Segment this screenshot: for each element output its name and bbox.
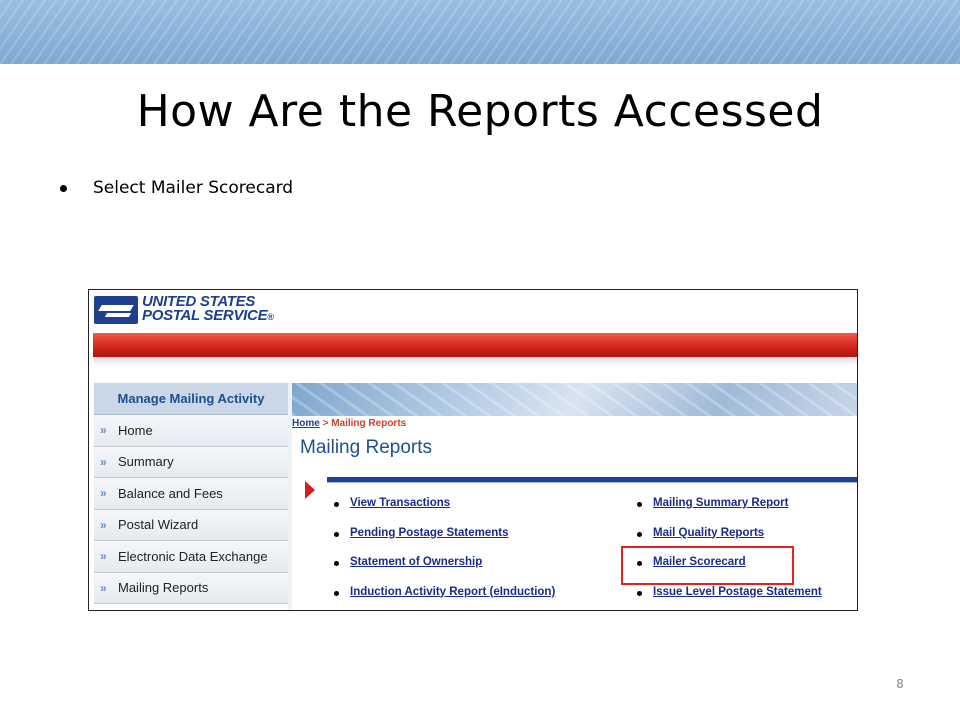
sidebar-nav: Manage Mailing Activity » Home » Summary… [94,383,288,604]
breadcrumb-separator: > [319,418,332,429]
bullet-item: Select Mailer Scorecard [60,178,293,198]
bullet-icon [334,590,339,596]
bullet-icon [637,590,642,596]
usps-logo[interactable]: UNITED STATES POSTAL SERVICE® [94,294,274,324]
slide-title: How Are the Reports Accessed [136,86,824,137]
bullet-dot-icon [60,184,67,192]
sidebar-item-label: Electronic Data Exchange [118,548,268,564]
eagle-logo-icon [94,295,138,324]
sidebar-item-label: Summary [118,454,174,470]
link-mailing-summary-report[interactable]: Mailing Summary Report [653,497,788,509]
link-induction-activity-report[interactable]: Induction Activity Report (eInduction) [350,586,555,598]
link-pending-postage-statements[interactable]: Pending Postage Statements [350,527,508,539]
double-chevron-icon: » [100,549,107,564]
sidebar-item-postal-wizard[interactable]: » Postal Wizard [94,509,288,541]
link-mail-quality-reports[interactable]: Mail Quality Reports [653,527,764,539]
link-view-transactions[interactable]: View Transactions [350,497,450,509]
breadcrumb: Home > Mailing Reports [292,418,406,429]
breadcrumb-current: Mailing Reports [331,418,407,429]
sidebar-item-electronic-data-exchange[interactable]: » Electronic Data Exchange [94,541,288,573]
double-chevron-icon: » [100,486,107,501]
list-item: Mailing Summary Report [637,497,822,527]
heading-rule-thin [327,482,857,483]
bullet-text: Select Mailer Scorecard [93,178,294,198]
double-chevron-icon: » [100,580,107,595]
list-item: Statement of Ownership [334,556,555,586]
bullet-icon [637,502,642,507]
list-item: View Transactions [334,497,555,527]
nav-header: Manage Mailing Activity [94,383,288,415]
slide-header-band [0,0,960,64]
logo-wordmark: UNITED STATES POSTAL SERVICE® [142,294,274,324]
list-item: Pending Postage Statements [334,527,555,557]
sidebar-item-mailing-reports[interactable]: » Mailing Reports [94,572,288,604]
report-links-left: View Transactions Pending Postage Statem… [334,497,555,611]
double-chevron-icon: » [100,454,107,469]
sidebar-item-balance-and-fees[interactable]: » Balance and Fees [94,478,288,510]
list-item: Issue Level Postage Statement [637,586,822,611]
bullet-icon [637,531,642,537]
list-item: Induction Activity Report (eInduction) [334,586,555,611]
bullet-icon [334,502,339,507]
page-title: Mailing Reports [300,437,432,458]
header-red-bar [93,333,857,357]
sidebar-item-home[interactable]: » Home [94,415,288,447]
link-issue-level-postage-statement[interactable]: Issue Level Postage Statement [653,586,822,598]
header-shadow [93,357,857,365]
double-chevron-icon: » [100,517,107,532]
sidebar-item-label: Postal Wizard [118,517,199,533]
bullet-icon [334,531,339,537]
page-number: 8 [896,677,904,691]
embedded-screenshot: UNITED STATES POSTAL SERVICE® Manage Mai… [88,289,858,611]
breadcrumb-home-link[interactable]: Home [292,418,320,429]
sidebar-item-label: Balance and Fees [118,485,223,501]
highlight-box [621,546,794,585]
logo-line-2: POSTAL SERVICE® [142,307,274,324]
double-chevron-icon: » [100,423,107,438]
sidebar-item-summary[interactable]: » Summary [94,446,288,478]
sidebar-item-label: Home [118,422,153,438]
sidebar-item-label: Mailing Reports [118,580,209,596]
link-statement-of-ownership[interactable]: Statement of Ownership [350,556,482,568]
bullet-icon [334,561,339,566]
red-arrow-icon [305,481,315,499]
header-banner-image [292,383,857,416]
